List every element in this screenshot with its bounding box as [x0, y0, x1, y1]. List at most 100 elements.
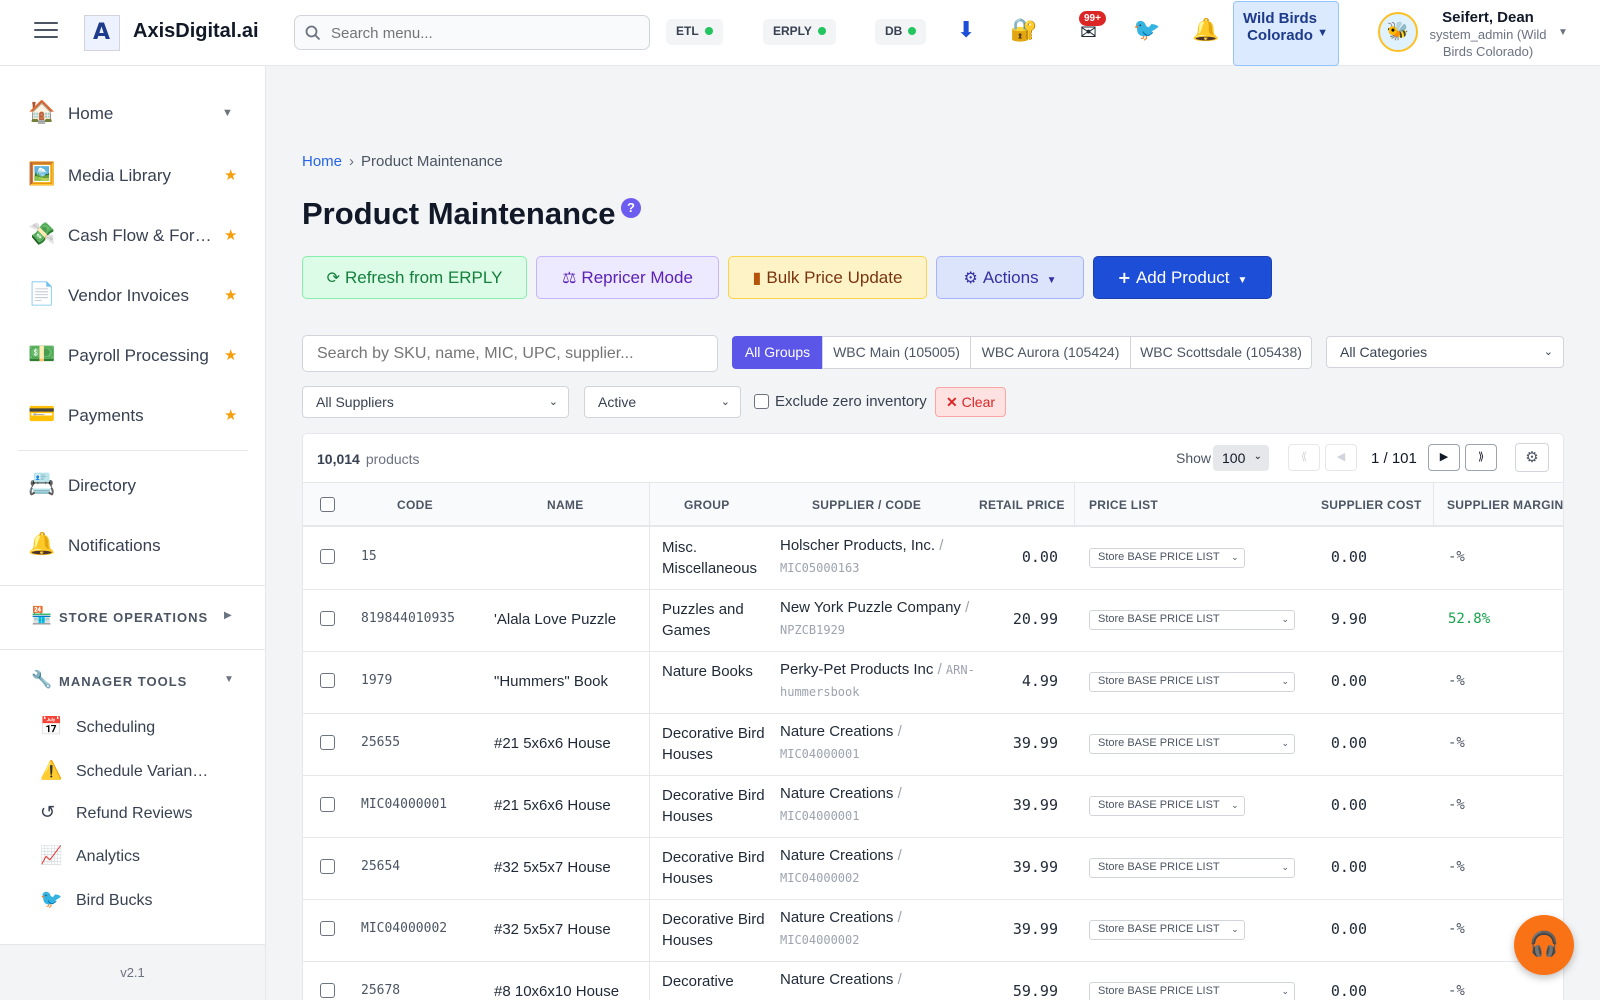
- table-row[interactable]: 1979 "Hummers" Book Nature Books Perky-Pet …: [303, 651, 1563, 714]
- row-checkbox[interactable]: [320, 611, 335, 626]
- category-select[interactable]: All Categories ⌄: [1326, 336, 1564, 368]
- group-tab-wbc-scottsdale[interactable]: WBC Scottsdale (105438): [1130, 336, 1312, 369]
- sidebar-item-notifications[interactable]: 🔔 Notifications: [0, 523, 266, 567]
- favorite-star-icon[interactable]: ★: [224, 226, 237, 244]
- status-pill-etl[interactable]: ETL: [666, 19, 723, 45]
- table-row[interactable]: 25655 #21 5x6x6 House Decorative Bird Hous…: [303, 713, 1563, 776]
- row-checkbox[interactable]: [320, 549, 335, 564]
- sidebar-item-analytics[interactable]: 📈 Analytics: [0, 838, 266, 874]
- product-name[interactable]: #32 5x5x7 House: [494, 859, 611, 876]
- sidebar-section-store-operations[interactable]: 🏪 STORE OPERATIONS ▶: [0, 596, 266, 636]
- product-code[interactable]: 25654: [361, 859, 400, 874]
- gear-icon[interactable]: ⚙: [1515, 443, 1549, 472]
- product-code[interactable]: 1979: [361, 673, 392, 688]
- status-pill-db[interactable]: DB: [875, 19, 927, 45]
- price-list-select[interactable]: Store BASE PRICE LIST ⌄: [1089, 548, 1245, 568]
- product-name[interactable]: #8 10x6x10 House: [494, 983, 619, 1000]
- column-header-name[interactable]: NAME: [547, 498, 584, 512]
- menu-search-box[interactable]: [294, 15, 650, 50]
- repricer-mode-button[interactable]: ⚖ Repricer Mode: [536, 256, 719, 299]
- product-name[interactable]: 'Alala Love Puzzle: [494, 611, 616, 628]
- product-code[interactable]: 25655: [361, 735, 400, 750]
- product-code[interactable]: 15: [361, 549, 377, 564]
- row-checkbox[interactable]: [320, 735, 335, 750]
- product-code[interactable]: 819844010935: [361, 611, 455, 626]
- row-checkbox[interactable]: [320, 983, 335, 998]
- next-page-button[interactable]: ▶: [1428, 444, 1460, 471]
- product-name[interactable]: "Hummers" Book: [494, 673, 608, 690]
- sidebar-item-refund-reviews[interactable]: ↺ Refund Reviews: [0, 795, 266, 831]
- column-header-price-list[interactable]: PRICE LIST: [1089, 498, 1158, 512]
- store-selector-button[interactable]: Wild Birds Colorado ▼: [1233, 1, 1339, 66]
- product-search-input[interactable]: [317, 344, 707, 364]
- retail-price[interactable]: 39.99: [1003, 858, 1058, 876]
- add-product-button[interactable]: + Add Product ▼: [1093, 256, 1272, 299]
- column-header-supplier[interactable]: SUPPLIER / CODE: [812, 498, 921, 512]
- price-list-select[interactable]: Store BASE PRICE LIST ⌄: [1089, 982, 1295, 1000]
- table-row[interactable]: 15 Misc. Miscellaneous Holscher Products, …: [303, 527, 1563, 590]
- product-code[interactable]: MIC04000002: [361, 921, 447, 936]
- breadcrumb-home-link[interactable]: Home: [302, 153, 342, 170]
- sidebar-item-home[interactable]: 🏠 Home ▼: [0, 91, 266, 135]
- bell-icon[interactable]: 🔔: [1192, 18, 1219, 43]
- user-avatar[interactable]: 🐝: [1378, 12, 1418, 52]
- product-name[interactable]: #21 5x6x6 House: [494, 797, 611, 814]
- bulk-price-update-button[interactable]: ▮ Bulk Price Update: [728, 256, 927, 299]
- select-all-checkbox[interactable]: [320, 497, 335, 512]
- brand-name[interactable]: AxisDigital.ai: [133, 20, 259, 43]
- sidebar-item-schedule-variance[interactable]: ⚠️ Schedule Varian…: [0, 753, 266, 789]
- download-arrow-icon[interactable]: ⬇: [957, 18, 975, 43]
- row-checkbox[interactable]: [320, 859, 335, 874]
- group-tab-wbc-aurora[interactable]: WBC Aurora (105424): [970, 336, 1131, 369]
- bird-icon[interactable]: 🐦: [1133, 18, 1160, 43]
- sidebar-item-scheduling[interactable]: 📅 Scheduling: [0, 709, 266, 745]
- table-row[interactable]: MIC04000001 #21 5x6x6 House Decorative Bir…: [303, 775, 1563, 838]
- column-header-group[interactable]: GROUP: [684, 498, 730, 512]
- row-checkbox[interactable]: [320, 797, 335, 812]
- clear-filters-button[interactable]: ✕ Clear: [935, 387, 1006, 417]
- product-name[interactable]: #21 5x6x6 House: [494, 735, 611, 752]
- retail-price[interactable]: 39.99: [1003, 920, 1058, 938]
- column-header-supplier-cost[interactable]: SUPPLIER COST: [1321, 498, 1422, 512]
- table-row[interactable]: 25654 #32 5x5x7 House Decorative Bird Hous…: [303, 837, 1563, 900]
- user-name[interactable]: Seifert, Dean: [1420, 9, 1556, 26]
- support-headset-button[interactable]: 🎧: [1514, 915, 1574, 975]
- sidebar-item-directory[interactable]: 📇 Directory: [0, 463, 266, 507]
- product-code[interactable]: 25678: [361, 983, 400, 998]
- row-checkbox[interactable]: [320, 921, 335, 936]
- favorite-star-icon[interactable]: ★: [224, 406, 237, 424]
- price-list-select[interactable]: Store BASE PRICE LIST ⌄: [1089, 610, 1295, 630]
- sidebar-item-payroll[interactable]: 💵 Payroll Processing ★: [0, 333, 266, 377]
- sidebar-item-payments[interactable]: 💳 Payments ★: [0, 393, 266, 437]
- status-pill-erply[interactable]: ERPLY: [763, 19, 836, 45]
- favorite-star-icon[interactable]: ★: [224, 286, 237, 304]
- product-search-box[interactable]: [302, 335, 718, 372]
- sidebar-item-bird-bucks[interactable]: 🐦 Bird Bucks: [0, 882, 266, 918]
- last-page-button[interactable]: ⟫: [1465, 444, 1497, 471]
- price-list-select[interactable]: Store BASE PRICE LIST ⌄: [1089, 858, 1295, 878]
- refresh-from-erply-button[interactable]: ⟳ Refresh from ERPLY: [302, 256, 527, 299]
- column-header-supplier-margin[interactable]: SUPPLIER MARGIN: [1447, 498, 1563, 512]
- table-row[interactable]: MIC04000002 #32 5x5x7 House Decorative Bir…: [303, 899, 1563, 962]
- table-row[interactable]: 25678 #8 10x6x10 House Decorative Nature Cr…: [303, 961, 1563, 1000]
- supplier-select[interactable]: All Suppliers ⌄: [302, 386, 569, 418]
- sidebar-item-vendor-invoices[interactable]: 📄 Vendor Invoices ★: [0, 273, 266, 317]
- retail-price[interactable]: 39.99: [1003, 734, 1058, 752]
- status-select[interactable]: Active ⌄: [584, 386, 741, 418]
- price-list-select[interactable]: Store BASE PRICE LIST ⌄: [1089, 672, 1295, 692]
- sidebar-item-cash-flow[interactable]: 💸 Cash Flow & For… ★: [0, 213, 266, 257]
- actions-dropdown-button[interactable]: ⚙ Actions ▼: [936, 256, 1084, 299]
- sidebar-item-media-library[interactable]: 🖼️ Media Library ★: [0, 153, 266, 197]
- lock-key-icon[interactable]: 🔐: [1010, 18, 1037, 43]
- retail-price[interactable]: 0.00: [1003, 548, 1058, 566]
- page-size-select[interactable]: 100 ⌄: [1213, 445, 1269, 471]
- price-list-select[interactable]: Store BASE PRICE LIST ⌄: [1089, 920, 1245, 940]
- row-checkbox[interactable]: [320, 673, 335, 688]
- column-header-retail-price[interactable]: RETAIL PRICE: [979, 498, 1065, 512]
- exclude-zero-inventory-checkbox[interactable]: [754, 394, 769, 409]
- table-row[interactable]: 819844010935 'Alala Love Puzzle Puzzles an…: [303, 589, 1563, 652]
- price-list-select[interactable]: Store BASE PRICE LIST ⌄: [1089, 734, 1295, 754]
- group-tab-all[interactable]: All Groups: [732, 336, 823, 369]
- exclude-zero-inventory-label[interactable]: Exclude zero inventory: [775, 393, 927, 410]
- retail-price[interactable]: 4.99: [1003, 672, 1058, 690]
